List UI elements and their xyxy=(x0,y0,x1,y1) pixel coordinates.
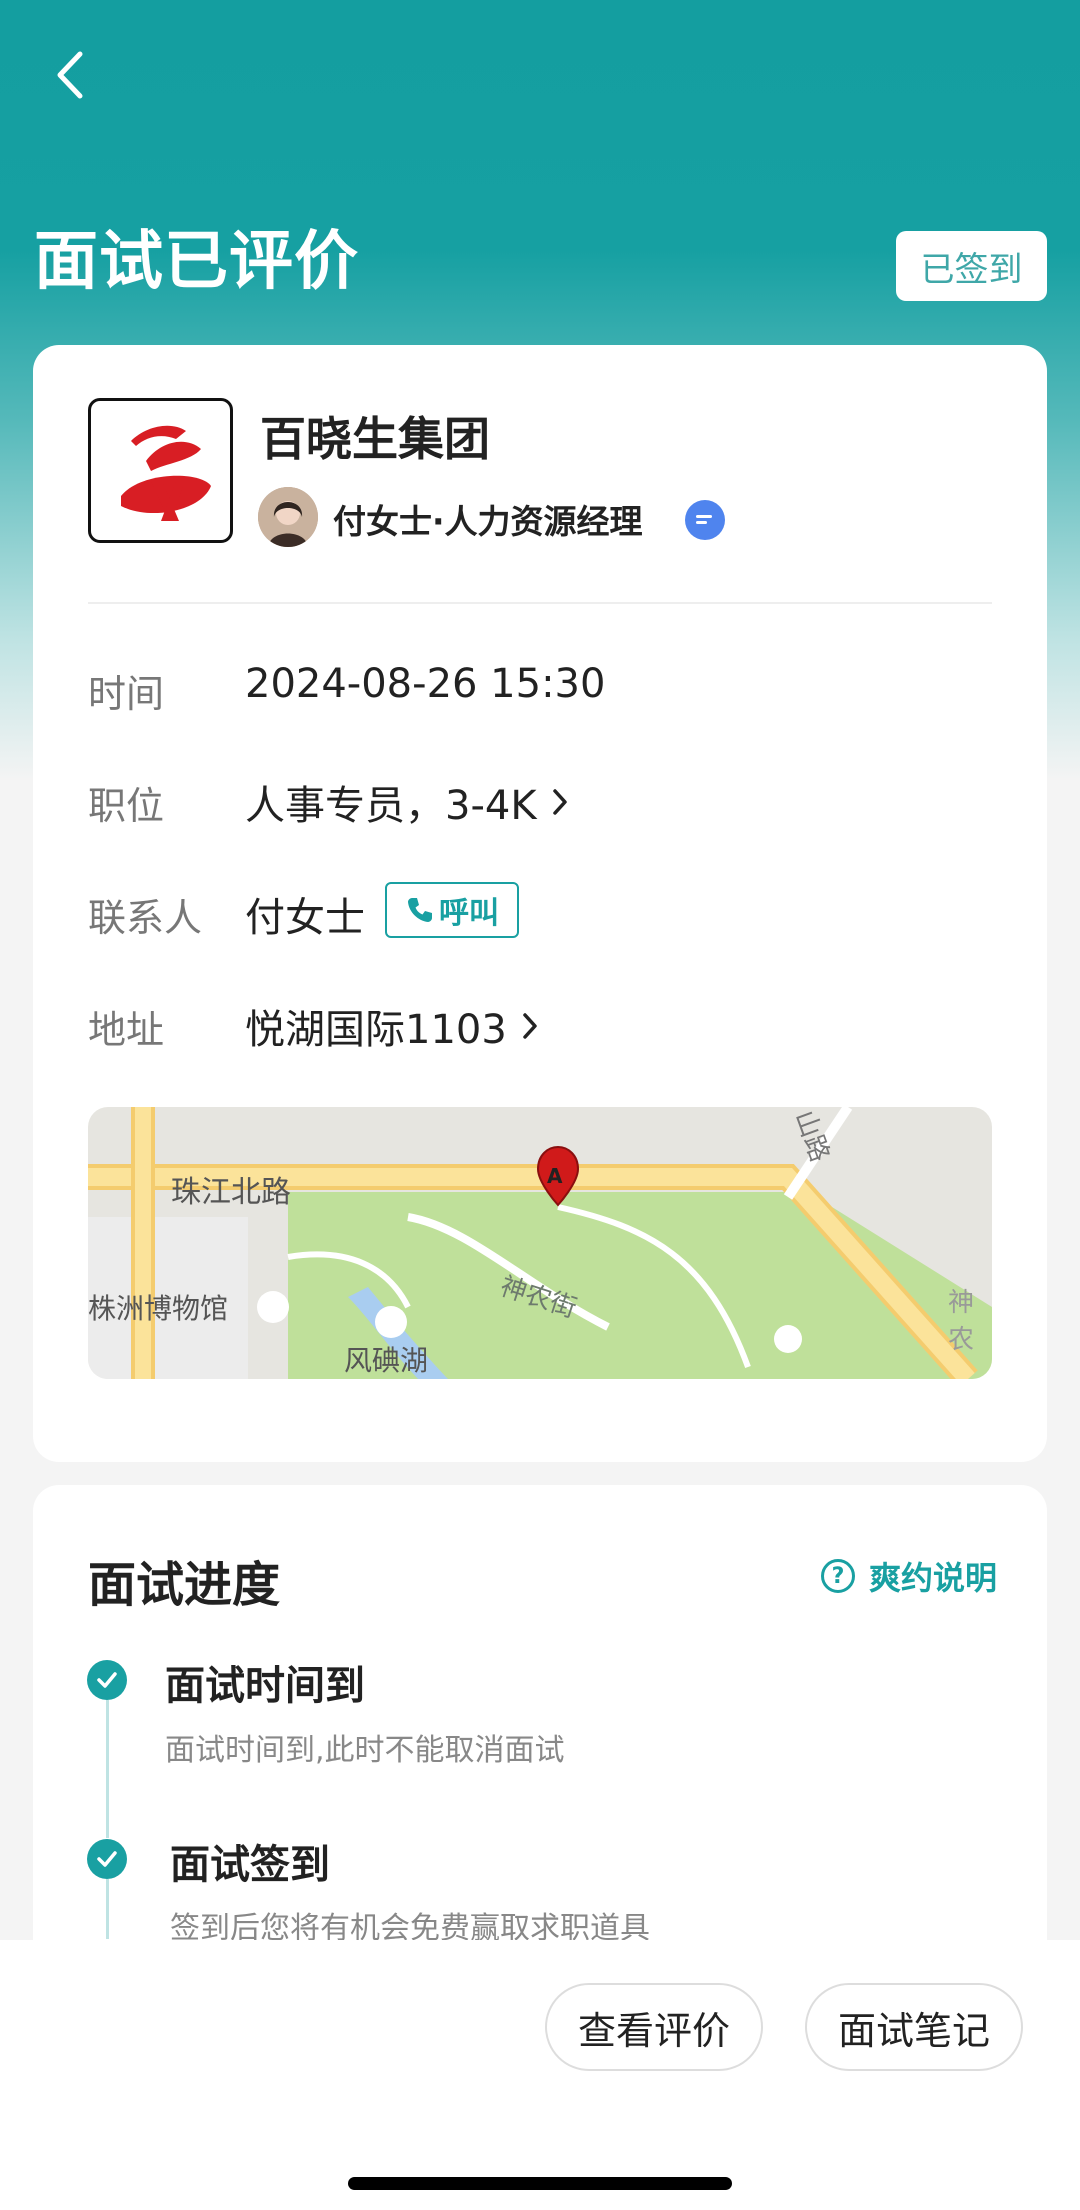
company-name: 百晓生集团 xyxy=(260,412,490,466)
step-title: 面试签到 xyxy=(170,1842,330,1888)
recruiter-name: 付女士·人力资源经理 xyxy=(333,502,643,541)
time-label: 时间 xyxy=(88,672,165,716)
call-button[interactable]: 呼叫 xyxy=(385,882,519,938)
time-value-text: 2024-08-26 15:30 xyxy=(245,661,606,707)
chat-icon[interactable] xyxy=(685,500,725,540)
progress-title: 面试进度 xyxy=(88,1557,281,1613)
address-label: 地址 xyxy=(88,1008,165,1052)
position-label: 职位 xyxy=(88,784,165,828)
check-icon xyxy=(87,1660,127,1700)
chevron-right-icon xyxy=(552,789,567,815)
chevron-left-icon xyxy=(57,51,83,99)
position-link[interactable]: 人事专员，3-4K xyxy=(245,773,569,831)
call-label: 呼叫 xyxy=(439,896,499,931)
interview-notes-button[interactable]: 面试笔记 xyxy=(805,1983,1023,2071)
phone-icon xyxy=(408,898,432,922)
step-desc: 面试时间到,此时不能取消面试 xyxy=(165,1733,565,1768)
interview-info-card: 百晓生集团 付女士·人力资源经理 时间 2024-08-26 15:30 职位 … xyxy=(33,345,1047,1462)
interview-progress-card: 面试进度 ? 爽约说明 面试时间到 面试时间到,此时不能取消面试 面试签到 签到… xyxy=(33,1485,1047,2005)
check-icon xyxy=(87,1839,127,1879)
page-title: 面试已评价 xyxy=(34,225,359,299)
contact-label: 联系人 xyxy=(88,896,203,940)
back-button[interactable] xyxy=(40,45,100,105)
map-label-museum: 株洲博物馆 xyxy=(88,1292,229,1325)
avatar xyxy=(258,487,318,547)
company-logo xyxy=(88,398,233,543)
timeline-line xyxy=(106,1879,109,1939)
home-indicator xyxy=(348,2177,732,2190)
time-value: 2024-08-26 15:30 xyxy=(245,661,605,707)
location-map[interactable]: 珠江北路 株洲博物馆 神农街 风碘湖 山路 神农 A xyxy=(88,1107,992,1379)
address-link[interactable]: 悦湖国际1103 xyxy=(245,997,539,1055)
view-review-button[interactable]: 查看评价 xyxy=(545,1983,763,2071)
no-show-help-link[interactable]: ? 爽约说明 xyxy=(821,1553,997,1599)
map-pin-letter: A xyxy=(547,1164,563,1188)
divider xyxy=(88,602,992,604)
map-label-road: 珠江北路 xyxy=(171,1175,291,1210)
map-label-lake: 风碘湖 xyxy=(344,1344,429,1377)
status-badge: 已签到 xyxy=(896,231,1047,301)
bottom-action-bar: 查看评价 面试笔记 xyxy=(0,1940,1080,2210)
contact-value: 付女士 xyxy=(245,885,365,943)
position-value: 人事专员，3-4K xyxy=(245,783,537,829)
help-label: 爽约说明 xyxy=(869,1559,998,1597)
step-title: 面试时间到 xyxy=(165,1663,365,1709)
timeline-line xyxy=(106,1700,109,1838)
map-label-shen: 神农 xyxy=(948,1288,975,1355)
chevron-right-icon xyxy=(523,1013,537,1039)
question-icon: ? xyxy=(821,1559,855,1593)
contact-name: 付女士 xyxy=(245,895,365,941)
address-value: 悦湖国际1103 xyxy=(245,1007,507,1053)
